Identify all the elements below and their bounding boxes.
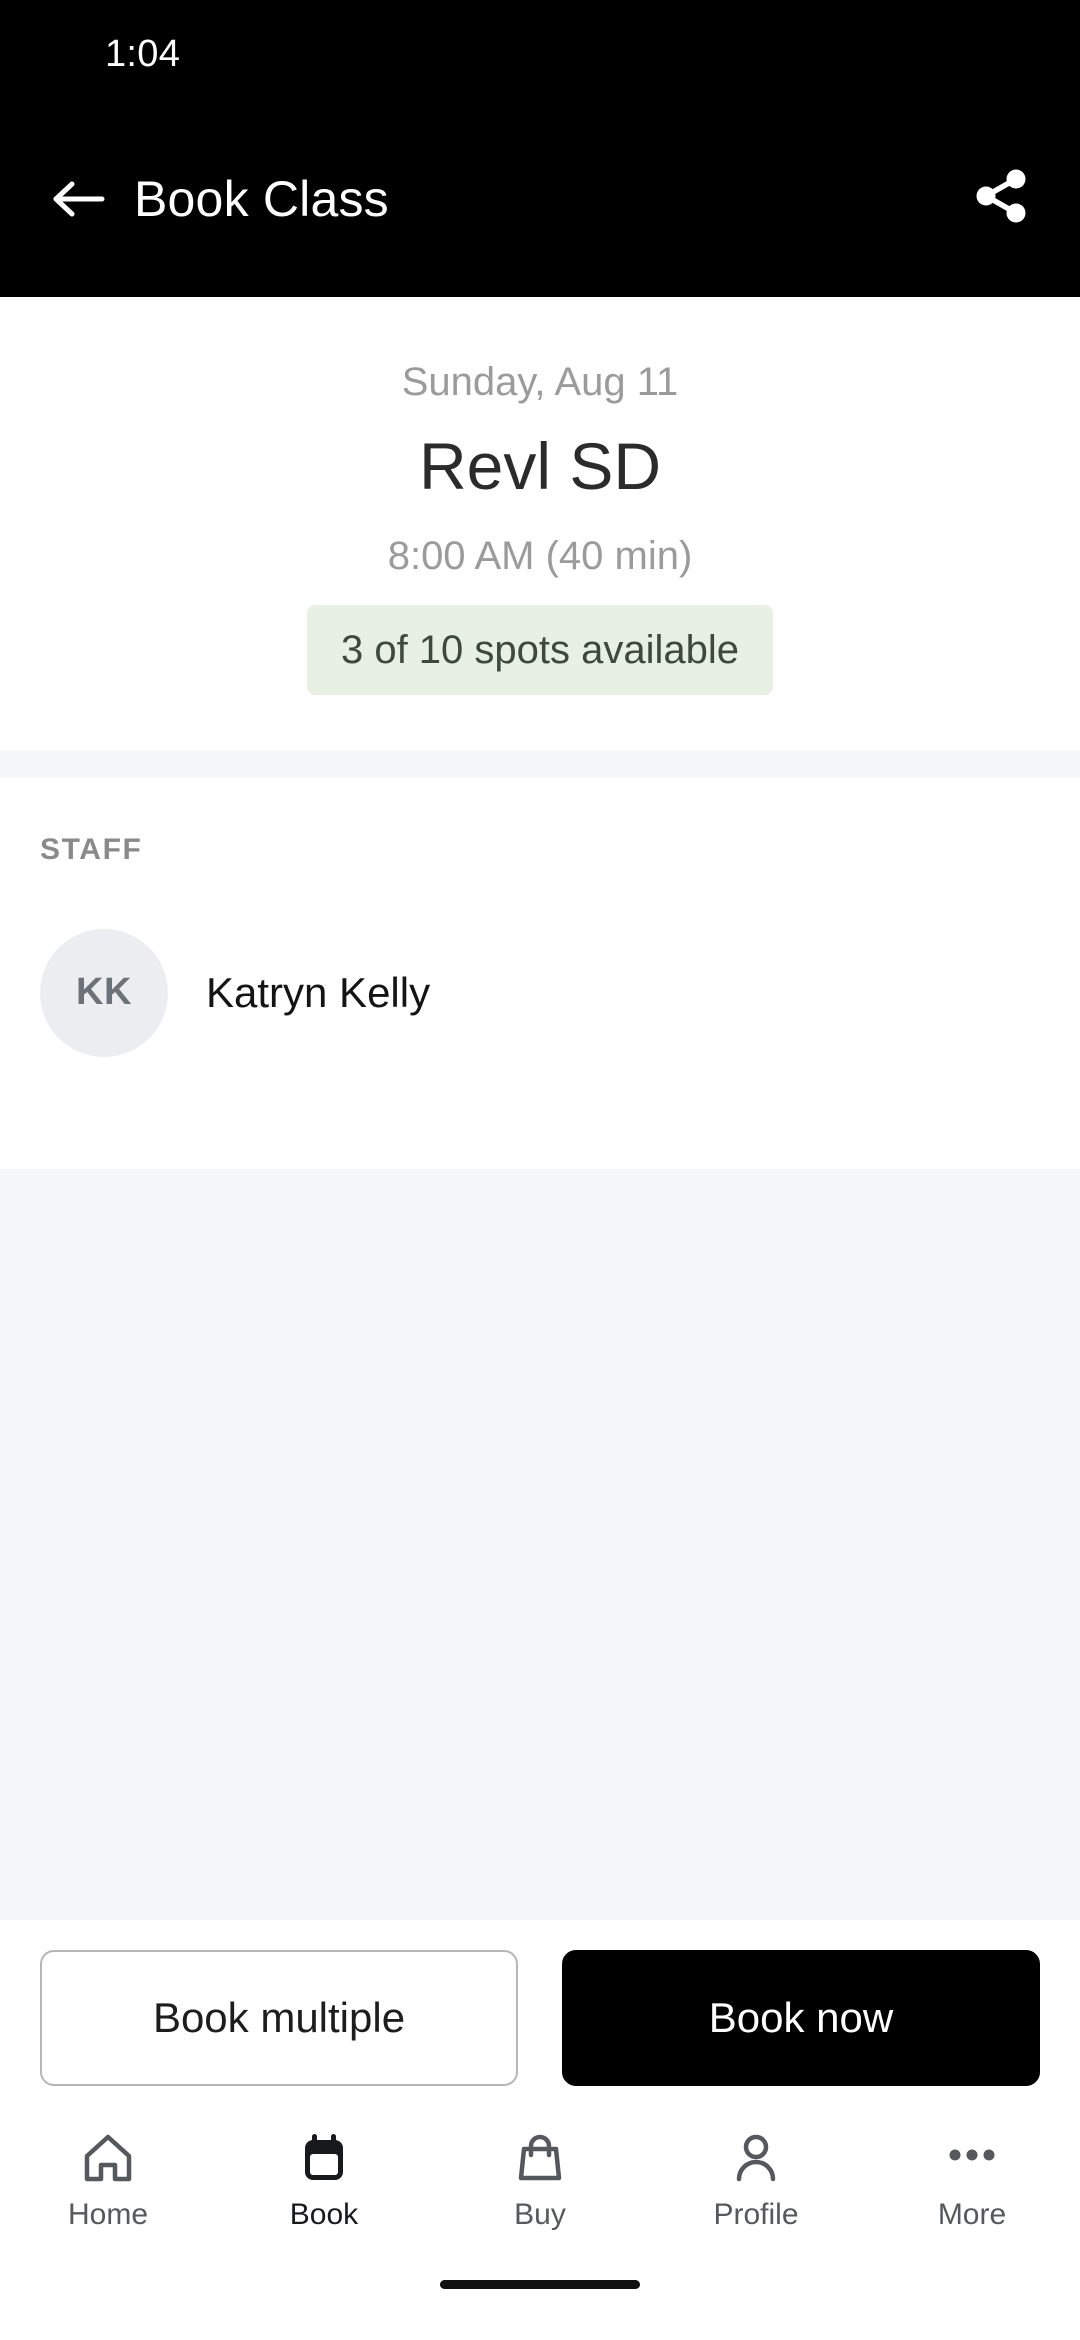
action-bar: Book multiple Book now — [0, 1920, 1080, 2116]
nav-label-home: Home — [67, 2198, 149, 2231]
ellipsis-icon — [944, 2128, 1000, 2190]
staff-section: STAFF KK Katryn Kelly — [0, 776, 1080, 1169]
share-icon — [970, 165, 1032, 232]
staff-name: Katryn Kelly — [206, 968, 431, 1016]
nav-item-more[interactable]: More — [864, 2128, 1080, 2230]
page-title: Book Class — [134, 170, 389, 227]
book-multiple-button[interactable]: Book multiple — [40, 1950, 518, 2086]
section-divider — [0, 750, 1080, 777]
home-indicator-area — [0, 2266, 1080, 2340]
shopping-bag-icon — [512, 2128, 568, 2190]
content-filler-area — [0, 1168, 1080, 1920]
nav-label-book: Book — [289, 2198, 359, 2231]
avatar: KK — [40, 928, 168, 1057]
book-now-button[interactable]: Book now — [562, 1950, 1040, 2086]
calendar-icon — [296, 2128, 352, 2190]
nav-item-book[interactable]: Book — [216, 2128, 432, 2230]
status-bar: 1:04 — [0, 0, 1080, 100]
staff-list-item[interactable]: KK Katryn Kelly — [40, 928, 1040, 1057]
person-icon — [728, 2128, 784, 2190]
class-name: Revl SD — [418, 429, 662, 503]
arrow-left-icon — [52, 177, 106, 221]
nav-label-buy: Buy — [514, 2198, 566, 2231]
home-indicator[interactable] — [440, 2280, 640, 2289]
nav-item-profile[interactable]: Profile — [648, 2128, 864, 2230]
class-time-duration: 8:00 AM (40 min) — [387, 533, 693, 578]
class-date: Sunday, Aug 11 — [401, 360, 679, 404]
app-bar: Book Class — [0, 100, 1080, 297]
staff-section-label: STAFF — [40, 832, 143, 866]
share-button[interactable] — [966, 164, 1036, 234]
app-screen: 1:04 Book Class Sunday, Aug 11 Revl SD 8… — [0, 0, 1080, 2340]
nav-item-home[interactable]: Home — [0, 2128, 216, 2230]
spots-badge-container: 3 of 10 spots available — [40, 604, 1040, 695]
bottom-navigation-bar: Home Book Buy Profile More — [0, 2116, 1080, 2266]
status-bar-clock: 1:04 — [105, 33, 181, 75]
nav-label-profile: Profile — [713, 2198, 799, 2231]
class-header: Sunday, Aug 11 Revl SD 8:00 AM (40 min) … — [0, 297, 1080, 751]
back-button[interactable] — [46, 166, 112, 232]
avatar-initials: KK — [76, 971, 132, 1014]
home-icon — [80, 2128, 136, 2190]
nav-label-more: More — [937, 2198, 1007, 2231]
nav-item-buy[interactable]: Buy — [432, 2128, 648, 2230]
status-badge: 3 of 10 spots available — [306, 604, 774, 695]
